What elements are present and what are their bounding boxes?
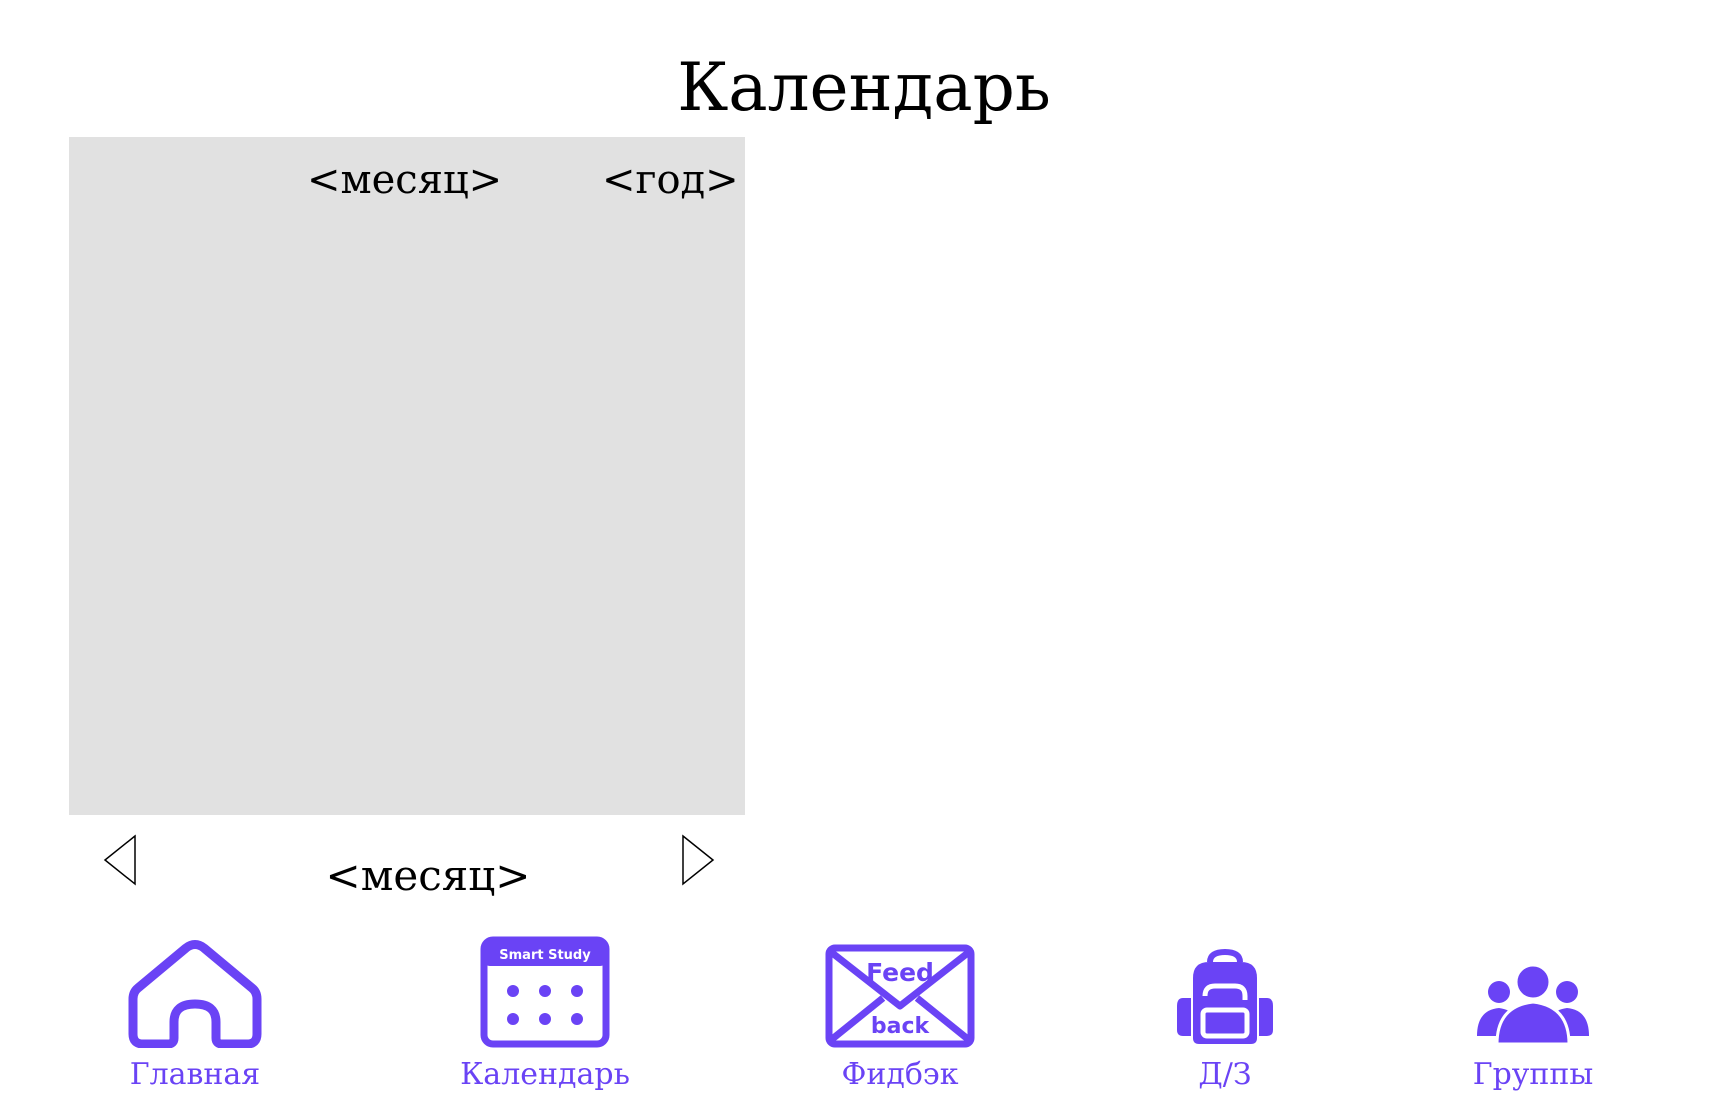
- envelope-icon-text-top: Feed: [866, 958, 934, 987]
- nav-item-groups[interactable]: Группы: [1403, 930, 1663, 1100]
- next-month-button[interactable]: [680, 834, 716, 886]
- triangle-right-icon: [682, 834, 715, 886]
- nav-item-home[interactable]: Главная: [65, 930, 325, 1100]
- nav-item-homework[interactable]: Д/З: [1095, 930, 1355, 1100]
- prev-month-button[interactable]: [102, 834, 138, 886]
- triangle-left-icon: [103, 834, 136, 886]
- bottom-navigation: Главная Smart Study Календарь Feed back …: [0, 930, 1728, 1100]
- nav-label-home: Главная: [129, 1057, 261, 1092]
- backpack-icon: [1177, 948, 1273, 1044]
- nav-label-calendar: Календарь: [460, 1057, 630, 1092]
- page-title: Календарь: [677, 49, 1051, 126]
- calendar-icon-text: Smart Study: [499, 948, 591, 963]
- nav-item-calendar[interactable]: Smart Study Календарь: [415, 930, 675, 1100]
- calendar-panel[interactable]: <месяц> <год>: [69, 137, 745, 815]
- home-icon: [128, 940, 262, 1048]
- nav-label-homework: Д/З: [1198, 1057, 1252, 1092]
- nav-item-feedback[interactable]: Feed back Фидбэк: [770, 930, 1030, 1100]
- envelope-icon: Feed back: [825, 944, 975, 1048]
- current-month-label: <месяц>: [325, 851, 531, 900]
- nav-label-feedback: Фидбэк: [841, 1057, 959, 1092]
- group-icon: [1477, 963, 1589, 1046]
- envelope-icon-text-bottom: back: [871, 1014, 931, 1039]
- calendar-icon: Smart Study: [480, 936, 610, 1048]
- year-selector[interactable]: <год>: [602, 155, 739, 205]
- nav-label-groups: Группы: [1472, 1057, 1594, 1092]
- month-selector[interactable]: <месяц>: [307, 155, 502, 205]
